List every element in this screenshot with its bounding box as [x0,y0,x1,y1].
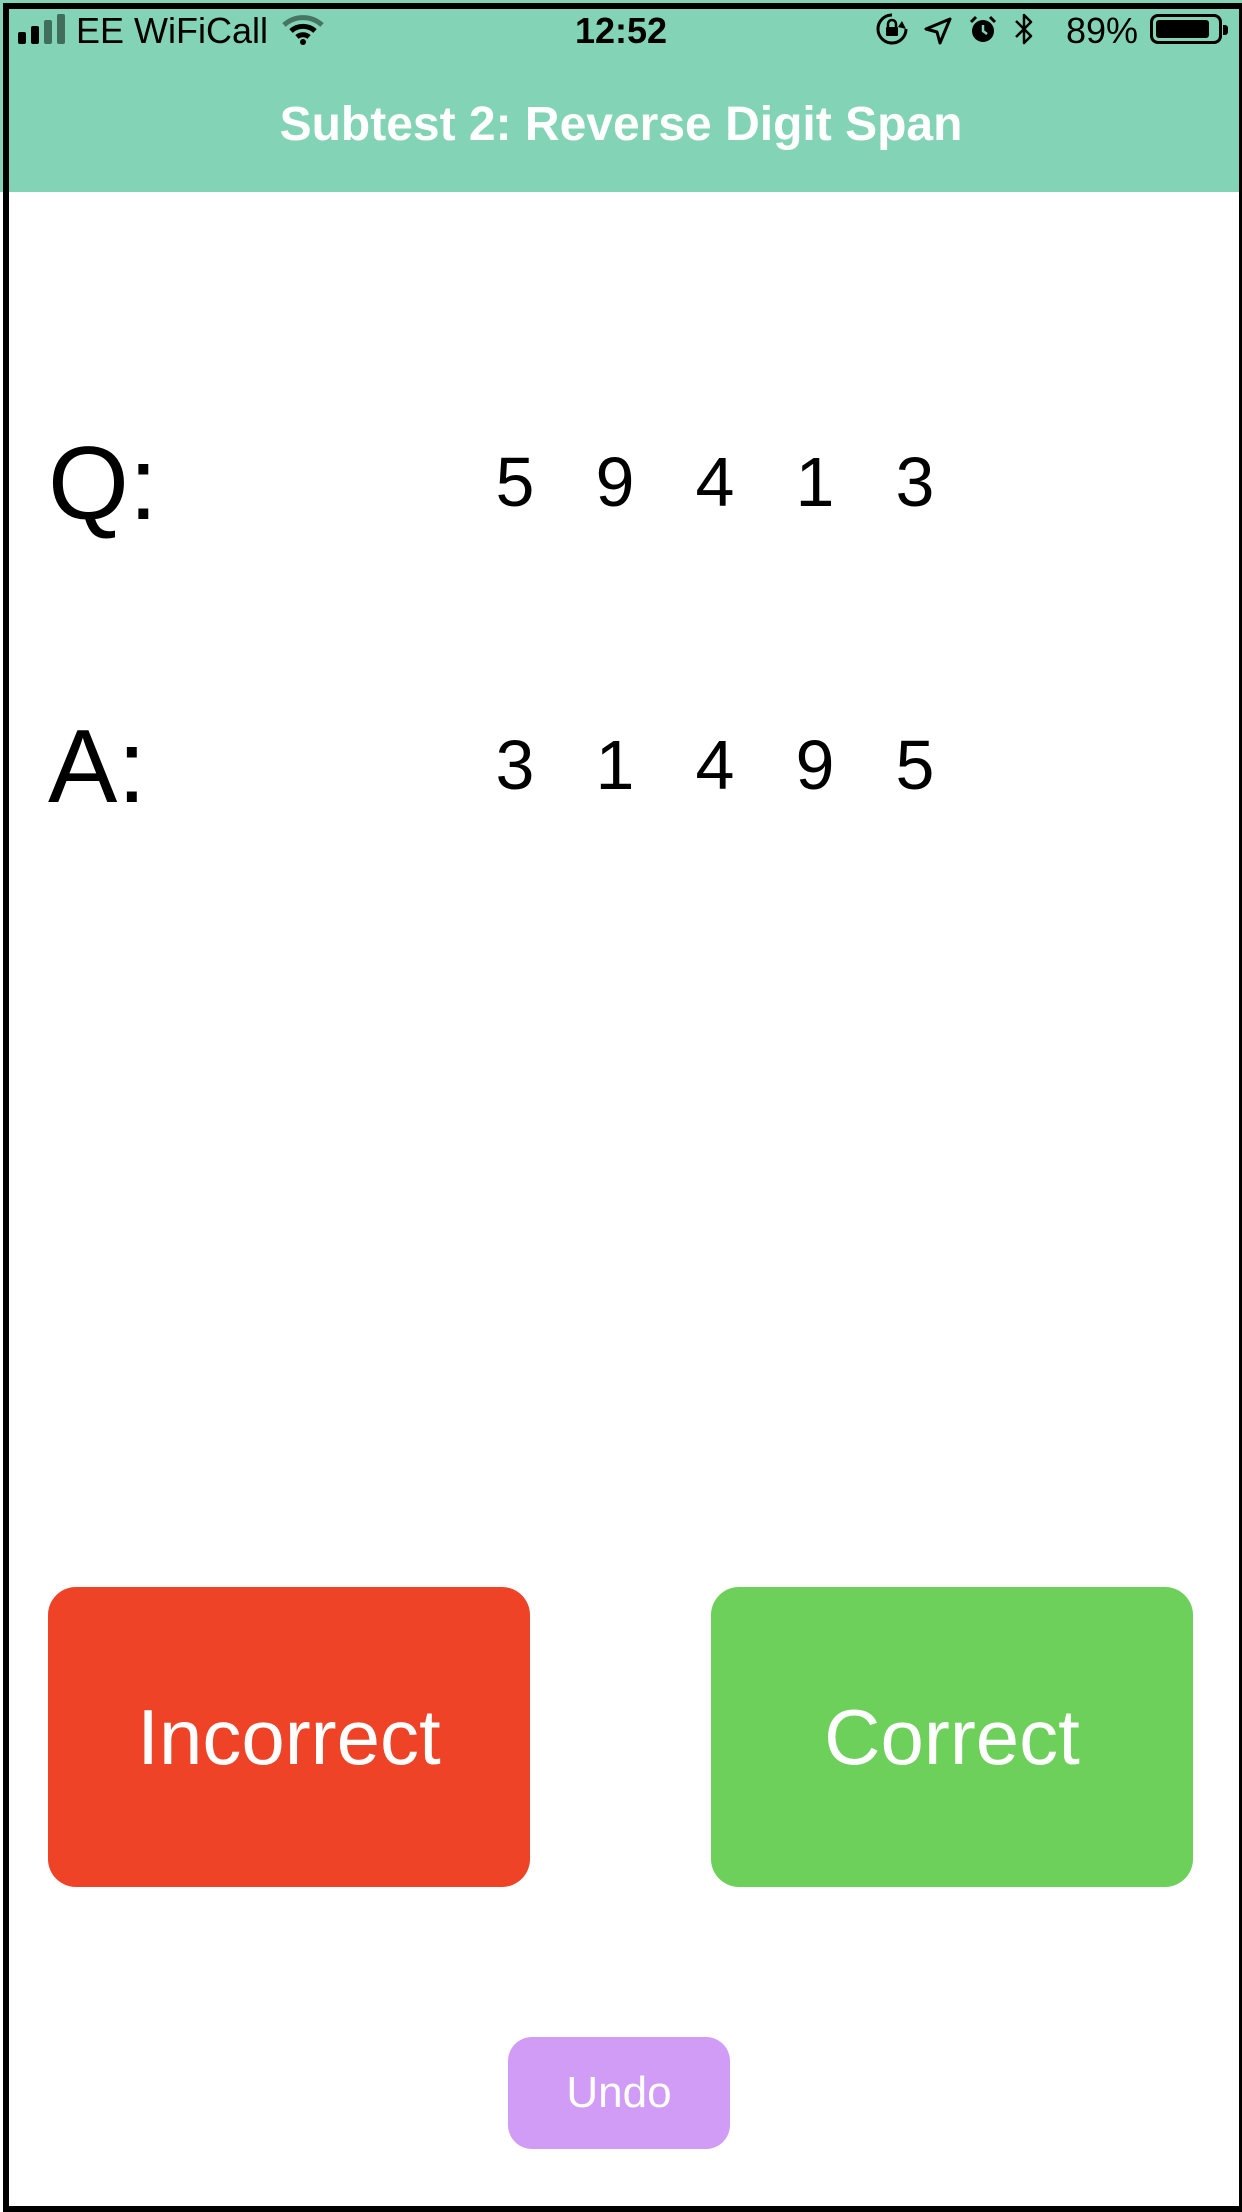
battery-icon [1150,14,1228,44]
question-digit: 4 [695,443,735,521]
bluetooth-icon [1013,12,1035,55]
answer-digit: 5 [895,726,935,804]
answer-digit: 4 [695,726,735,804]
question-digit: 5 [495,443,535,521]
answer-digits: 3 1 4 9 5 [465,725,965,805]
page-title: Subtest 2: Reverse Digit Span [279,98,963,151]
correct-button[interactable]: Correct [711,1587,1193,1887]
answer-label: A: [48,709,147,825]
answer-digit: 3 [495,726,535,804]
answer-digit: 9 [795,726,835,804]
question-digit: 9 [595,443,635,521]
clock-time: 12:52 [574,10,668,51]
orientation-lock-icon [875,12,909,55]
incorrect-button[interactable]: Incorrect [48,1587,530,1887]
question-label: Q: [48,426,158,542]
app-header: EE WiFiCall 12:52 89% Subtest 2: Reverse… [0,0,1242,192]
status-bar: EE WiFiCall 12:52 89% [0,0,1242,62]
alarm-icon [967,13,999,55]
location-icon [923,13,953,55]
question-digits: 5 9 4 1 3 [465,442,965,522]
question-digit: 1 [795,443,835,521]
answer-digit: 1 [595,726,635,804]
battery-percent: 89% [1066,10,1139,51]
question-digit: 3 [895,443,935,521]
undo-button[interactable]: Undo [508,2037,730,2149]
